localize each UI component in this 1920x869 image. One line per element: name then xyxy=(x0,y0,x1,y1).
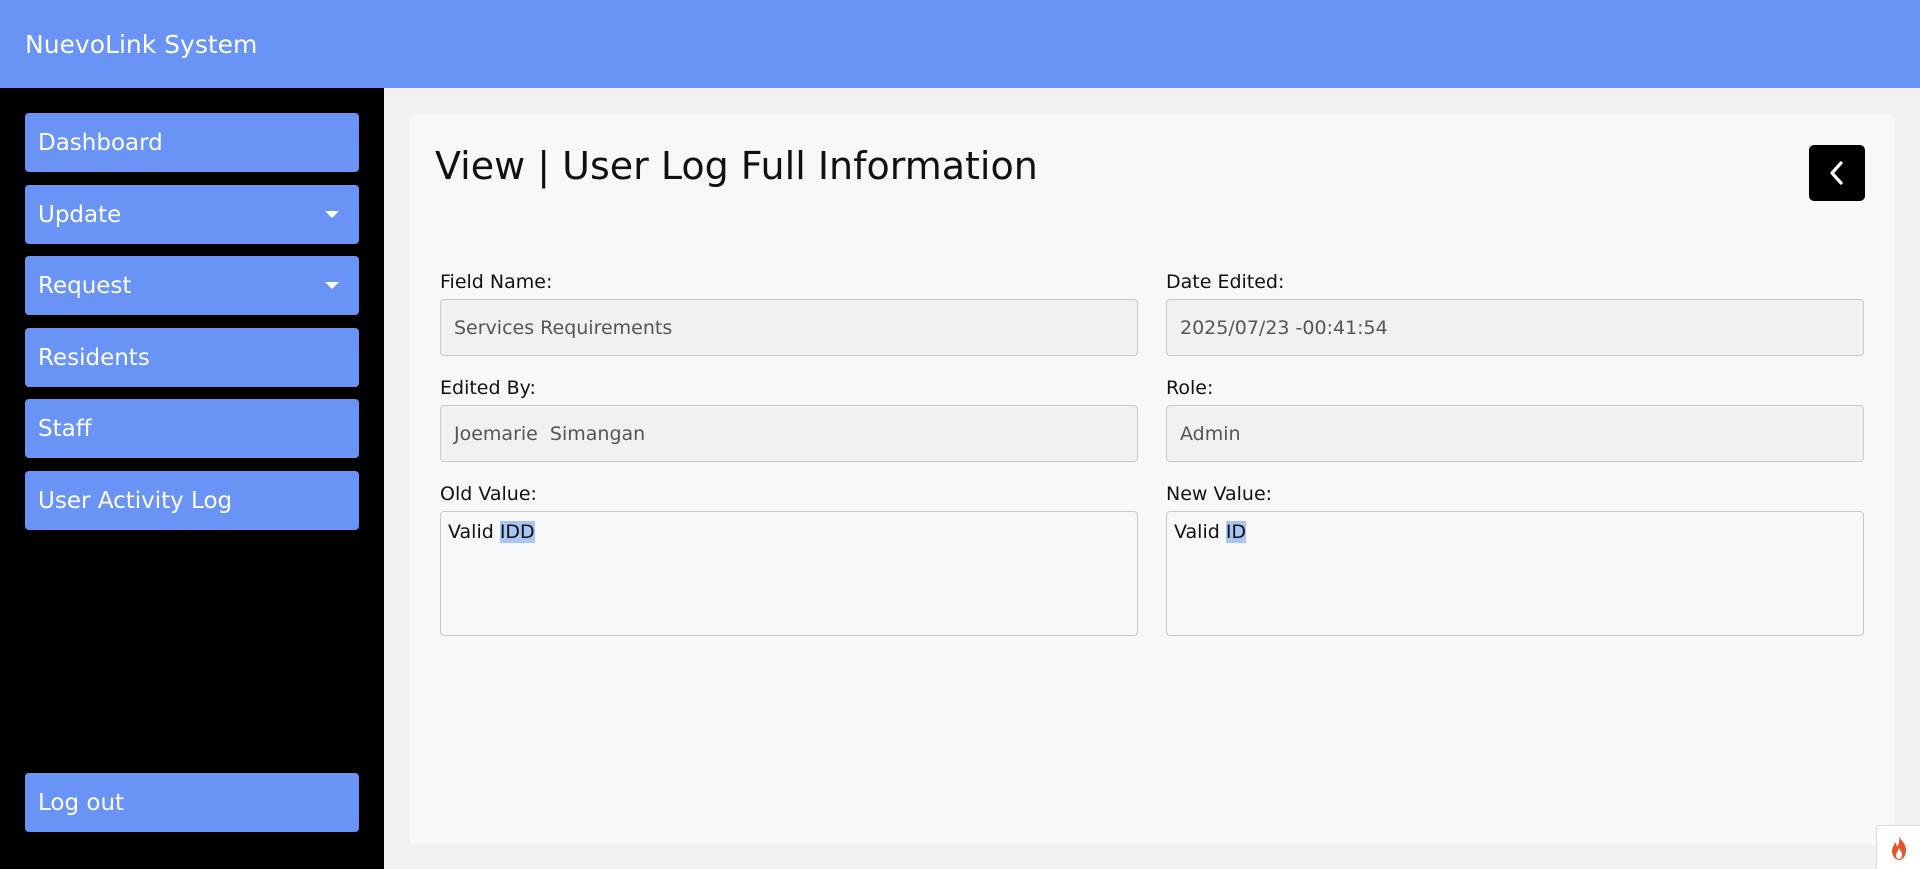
caret-down-icon xyxy=(325,282,339,289)
role-input[interactable]: Admin xyxy=(1166,405,1864,462)
sidebar-item-residents[interactable]: Residents xyxy=(25,328,359,387)
edited-by-input[interactable]: Joemarie Simangan xyxy=(440,405,1138,462)
page-title: View | User Log Full Information xyxy=(435,144,1038,188)
old-value-text: Valid xyxy=(448,521,500,543)
sidebar-item-label: Dashboard xyxy=(38,129,163,156)
date-edited-input[interactable]: 2025/07/23 -00:41:54 xyxy=(1166,299,1864,356)
logout-label: Log out xyxy=(38,789,125,816)
new-value-selected-text: ID xyxy=(1225,521,1247,543)
sidebar: Dashboard Update Request Residents Staff… xyxy=(0,88,384,869)
field-name-input[interactable]: Services Requirements xyxy=(440,299,1138,356)
old-value-textarea[interactable]: Valid IDD xyxy=(440,511,1138,636)
details-card: View | User Log Full Information Field N… xyxy=(410,114,1895,845)
sidebar-item-label: Update xyxy=(38,201,122,228)
date-edited-label: Date Edited: xyxy=(1166,271,1285,293)
top-bar: NuevoLink System xyxy=(0,0,1920,88)
new-value-text: Valid xyxy=(1174,521,1226,543)
sidebar-item-label: Residents xyxy=(38,344,150,371)
old-value-label: Old Value: xyxy=(440,483,537,505)
role-label: Role: xyxy=(1166,377,1214,399)
sidebar-item-staff[interactable]: Staff xyxy=(25,399,359,458)
old-value-selected-text: IDD xyxy=(499,521,535,543)
edited-by-label: Edited By: xyxy=(440,377,536,399)
back-button[interactable] xyxy=(1809,145,1865,201)
sidebar-item-label: User Activity Log xyxy=(38,487,233,514)
sidebar-item-update[interactable]: Update xyxy=(25,185,359,244)
sidebar-item-label: Staff xyxy=(38,415,92,442)
sidebar-item-request[interactable]: Request xyxy=(25,256,359,315)
debug-toolbar-badge[interactable] xyxy=(1876,825,1920,869)
app-title: NuevoLink System xyxy=(25,29,258,59)
logout-button[interactable]: Log out xyxy=(25,773,359,832)
field-name-label: Field Name: xyxy=(440,271,553,293)
main-content: View | User Log Full Information Field N… xyxy=(384,88,1920,869)
new-value-textarea[interactable]: Valid ID xyxy=(1166,511,1864,636)
chevron-left-icon xyxy=(1830,161,1843,185)
sidebar-item-label: Request xyxy=(38,272,132,299)
new-value-label: New Value: xyxy=(1166,483,1273,505)
flame-icon xyxy=(1891,835,1906,860)
sidebar-item-dashboard[interactable]: Dashboard xyxy=(25,113,359,172)
caret-down-icon xyxy=(325,211,339,218)
sidebar-item-user-activity-log[interactable]: User Activity Log xyxy=(25,471,359,530)
